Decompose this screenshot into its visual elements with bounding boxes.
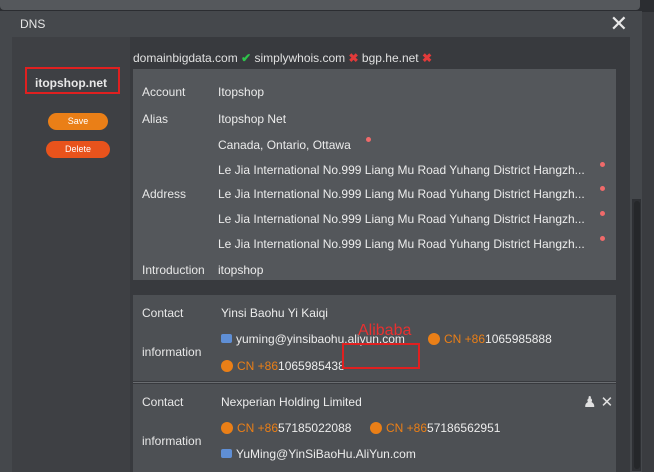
contact-name: Yinsi Baohu Yi Kaiqi (221, 306, 328, 320)
contact-phone[interactable]: CN +861065985888 (428, 332, 552, 346)
domain-sidebar: itopshop.net Save Delete (12, 37, 130, 472)
contact-phone[interactable]: CN +8657185022088 (221, 421, 351, 435)
annotation-label: Alibaba (358, 322, 412, 339)
introduction-value: itopshop (218, 263, 264, 277)
phone-icon (221, 359, 233, 372)
contact-actions: ♟ ✕ (583, 393, 613, 411)
alias-label: Alias (142, 112, 169, 126)
phone-icon (428, 332, 440, 345)
dialog-body: itopshop.net Save Delete domainbigdata.c… (12, 37, 630, 472)
delete-button[interactable]: Delete (46, 141, 110, 158)
cross-icon: ✖ (348, 51, 359, 65)
add-contact-icon[interactable]: ♟ (583, 394, 596, 411)
background-card (0, 0, 640, 10)
phone-icon (221, 421, 233, 434)
save-button[interactable]: Save (48, 113, 108, 130)
flag-dot (366, 137, 371, 142)
phone-icon (370, 421, 382, 434)
mail-icon (221, 449, 232, 459)
scrollbar-thumb[interactable] (634, 201, 640, 469)
contact-phone[interactable]: CN +861065985438 (221, 359, 345, 373)
cross-icon: ✖ (421, 51, 433, 65)
account-value: Itopshop (218, 85, 265, 99)
section-divider (133, 382, 616, 383)
contact-card: Contact Nexperian Holding Limited inform… (133, 384, 616, 472)
dialog-titlebar: DNS ✕ (0, 11, 642, 37)
address-label: Address (142, 187, 187, 201)
flag-dot (600, 186, 605, 191)
contact-label: Contact (142, 306, 184, 320)
source-name[interactable]: domainbigdata.com (133, 51, 238, 65)
information-label: information (142, 434, 202, 448)
address-line: Le Jia International No.999 Liang Mu Roa… (218, 237, 585, 251)
annotation-highlight-email (342, 343, 420, 369)
close-icon[interactable]: ✕ (610, 13, 628, 35)
contact-email[interactable]: YuMing@YinSiBaoHu.AliYun.com (221, 447, 416, 461)
flag-dot (600, 211, 605, 216)
contact-phone[interactable]: CN +8657186562951 (370, 421, 500, 435)
dialog-title: DNS (20, 17, 46, 31)
source-name[interactable]: simplywhois.com (254, 51, 345, 65)
address-line: Canada, Ontario, Ottawa (218, 138, 351, 152)
address-line: Le Jia International No.999 Liang Mu Roa… (218, 163, 585, 177)
whois-sources: domainbigdata.com ✔ simplywhois.com ✖ bg… (133, 51, 432, 65)
address-line: Le Jia International No.999 Liang Mu Roa… (218, 212, 585, 226)
introduction-label: Introduction (142, 263, 205, 277)
contact-name: Nexperian Holding Limited (221, 395, 362, 409)
dns-dialog: DNS ✕ itopshop.net Save Delete domainbig… (0, 11, 642, 472)
flag-dot (600, 236, 605, 241)
contact-label: Contact (142, 395, 184, 409)
information-label: information (142, 345, 202, 359)
source-name[interactable]: bgp.he.net (362, 51, 419, 65)
address-line: Le Jia International No.999 Liang Mu Roa… (218, 187, 585, 201)
domain-name[interactable]: itopshop.net (12, 76, 130, 90)
alias-value: Itopshop Net (218, 112, 287, 126)
registrant-info: Account Itopshop Alias Itopshop Net Cana… (133, 69, 616, 280)
remove-contact-icon[interactable]: ✕ (601, 394, 614, 411)
mail-icon (221, 334, 232, 344)
flag-dot (600, 162, 605, 167)
check-icon: ✔ (241, 51, 252, 65)
account-label: Account (142, 85, 186, 99)
